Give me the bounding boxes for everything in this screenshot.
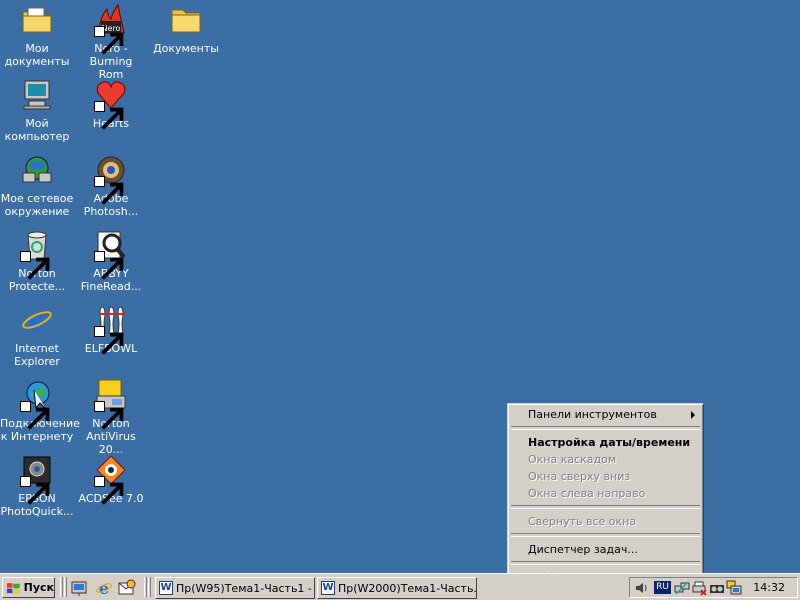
- language-indicator[interactable]: RU: [654, 581, 671, 594]
- desktop-icon-label: Internet Explorer: [14, 342, 60, 368]
- nero-burning-rom-icon: Nero: [94, 3, 128, 55]
- my-computer-icon: [20, 78, 54, 112]
- taskbar-button-label: Пр(W2000)Тема1-Часть...: [338, 581, 477, 595]
- taskbar-button-label: Пр(W95)Тема1-Часть1 - ...: [176, 581, 315, 595]
- elfbowl-icon: [94, 303, 128, 355]
- desktop-icon-my-documents[interactable]: Мои документы: [0, 2, 74, 74]
- network-icon[interactable]: [674, 580, 690, 596]
- my-documents-icon: [20, 3, 54, 37]
- shortcut-arrow-icon: [94, 101, 124, 130]
- internet-explorer-icon[interactable]: e: [95, 579, 113, 597]
- shortcut-arrow-icon: [94, 401, 124, 430]
- menu-separator: [511, 505, 700, 509]
- system-tray: RU 14:32: [629, 577, 798, 598]
- menu-item-task-manager[interactable]: Диспетчер задач...: [510, 541, 701, 558]
- menu-item-adjust-date-time[interactable]: Настройка даты/времени: [510, 434, 701, 451]
- taskbar-context-menu: Панели инструментов Настройка даты/време…: [507, 403, 704, 584]
- outlook-express-icon[interactable]: [118, 579, 136, 597]
- printer-icon[interactable]: [691, 580, 707, 596]
- internet-explorer-icon: e: [20, 303, 54, 337]
- shortcut-arrow-icon: [94, 176, 124, 205]
- toolbar-grip[interactable]: [148, 577, 151, 597]
- desktop-icon-label: Мои документы: [4, 42, 70, 68]
- network-neighborhood-icon: [20, 153, 54, 187]
- desktop-icon-label: Документы: [153, 42, 219, 55]
- epson-photoquicker-icon: [20, 453, 54, 505]
- acdsee-icon: [94, 453, 128, 505]
- monitor-icon[interactable]: [726, 580, 742, 596]
- menu-separator: [511, 426, 700, 430]
- desktop-icon-internet-explorer[interactable]: e Internet Explorer: [0, 302, 74, 374]
- clock[interactable]: 14:32: [753, 581, 785, 594]
- menu-item-cascade-windows: Окна каскадом: [528, 453, 617, 466]
- norton-antivirus-icon: [94, 378, 128, 430]
- menu-item-tile-vertically: Окна слева направо: [528, 487, 646, 500]
- menu-separator: [511, 561, 700, 565]
- svg-text:e: e: [28, 304, 46, 337]
- volume-icon[interactable]: [634, 580, 650, 596]
- desktop-icon-label: Мой компьютер: [4, 117, 70, 143]
- toolbar-grip[interactable]: [60, 577, 63, 597]
- desktop-icon-epson-photoquicker[interactable]: EPSON PhotoQuick...: [0, 452, 74, 524]
- desktop-icon-acdsee[interactable]: ACDSee 7.0: [74, 452, 148, 524]
- menu-item-tile-horizontally: Окна сверху вниз: [528, 470, 631, 483]
- menu-item-minimize-all: Свернуть все окна: [528, 515, 637, 528]
- shortcut-arrow-icon: [94, 26, 124, 55]
- toolbar-grip[interactable]: [64, 577, 67, 597]
- abbyy-finereader-icon: [94, 228, 128, 280]
- shortcut-arrow-icon: [20, 476, 50, 505]
- shortcut-arrow-icon: [94, 326, 124, 355]
- shortcut-arrow-icon: [94, 476, 124, 505]
- menu-item-toolbars[interactable]: Панели инструментов: [510, 406, 701, 423]
- desktop-icon-norton-protected-recycle-bin[interactable]: Norton Protecte...: [0, 227, 74, 299]
- shortcut-arrow-icon: [20, 401, 50, 430]
- adobe-photoshop-icon: [94, 153, 128, 205]
- desktop-icon-elfbowl[interactable]: ELFBOWL: [74, 302, 148, 374]
- desktop-icon-internet-connection[interactable]: Подключение к Интернету: [0, 377, 80, 449]
- taskbar-button-word-doc-w95[interactable]: W Пр(W95)Тема1-Часть1 - ...: [155, 577, 315, 599]
- toolbar-grip[interactable]: [144, 577, 147, 597]
- desktop-icon-norton-antivirus[interactable]: Norton AntiVirus 20...: [74, 377, 148, 456]
- submenu-arrow-icon: [691, 411, 695, 419]
- folder-icon: [169, 3, 203, 37]
- desktop-icon-nero-burning-rom[interactable]: Nero Nero - Burning Rom: [74, 2, 148, 81]
- desktop-icon-my-computer[interactable]: Мой компьютер: [0, 77, 74, 149]
- svg-text:e: e: [99, 579, 109, 597]
- menu-separator: [511, 533, 700, 537]
- start-button[interactable]: Пуск: [2, 577, 55, 598]
- shortcut-arrow-icon: [20, 251, 50, 280]
- menu-item-label: Панели инструментов: [528, 408, 657, 421]
- show-desktop-icon[interactable]: [71, 579, 89, 597]
- hearts-icon: [94, 78, 128, 130]
- taskbar: Пуск e W Пр(W95)Тема1-Часть1 - ... W Пр(…: [0, 573, 800, 600]
- desktop-icon-label: Мое сетевое окружение: [0, 192, 74, 218]
- internet-connection-icon: [20, 378, 54, 430]
- desktop-icon-network-neighborhood[interactable]: Мое сетевое окружение: [0, 152, 74, 224]
- word-document-icon: W: [321, 581, 335, 595]
- desktop-icon-documents-folder[interactable]: Документы: [149, 2, 223, 74]
- desktop-icon-hearts[interactable]: Hearts: [74, 77, 148, 149]
- word-document-icon: W: [159, 581, 173, 595]
- shortcut-arrow-icon: [94, 251, 124, 280]
- start-label: Пуск: [23, 581, 54, 594]
- norton-protected-recycle-bin-icon: [20, 228, 54, 280]
- desktop-icon-adobe-photoshop[interactable]: Adobe Photosh...: [74, 152, 148, 224]
- agent-icon[interactable]: [709, 580, 725, 596]
- windows-logo-icon: [6, 582, 20, 594]
- desktop-icon-abbyy-finereader[interactable]: ABBYY FineRead...: [74, 227, 148, 299]
- taskbar-button-word-doc-w2000[interactable]: W Пр(W2000)Тема1-Часть...: [317, 577, 477, 599]
